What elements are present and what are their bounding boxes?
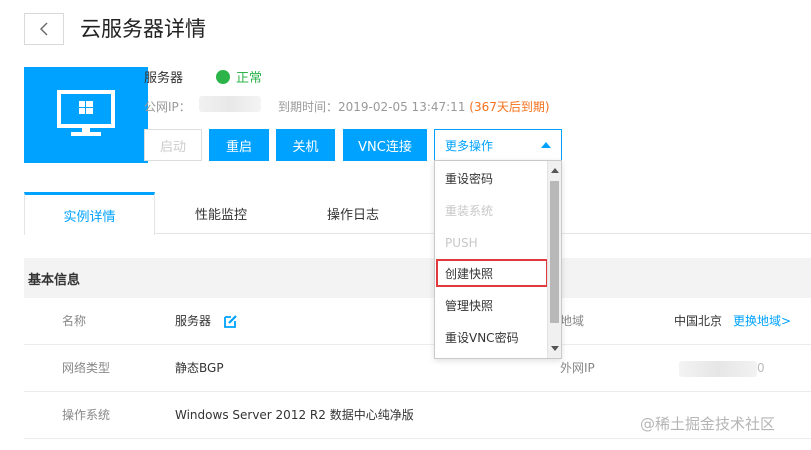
- tab-performance-monitor[interactable]: 性能监控: [155, 192, 287, 234]
- public-ip-label: 公网IP：: [144, 100, 191, 114]
- caret-up-icon: [541, 142, 551, 148]
- scroll-thumb[interactable]: [550, 181, 559, 323]
- tab-operation-log[interactable]: 操作日志: [287, 192, 419, 234]
- menu-scrollbar[interactable]: [547, 161, 561, 358]
- status-dot-icon: [216, 69, 230, 84]
- edit-icon[interactable]: [224, 314, 238, 328]
- expire-remaining: (367天后到期): [469, 100, 550, 114]
- info-row-name: 名称 服务器 地域 中国北京 更换地域>: [24, 298, 811, 345]
- name-value: 服务器: [175, 314, 212, 328]
- status-text: 正常: [236, 71, 263, 86]
- change-region-link[interactable]: 更换地域>: [733, 298, 791, 345]
- expire-time: 到期时间：2019-02-05 13:47:11: [278, 100, 466, 114]
- tab-bar: 实例详情 性能监控 操作日志: [24, 192, 811, 235]
- tab-instance-details[interactable]: 实例详情: [24, 192, 155, 235]
- server-image: [24, 67, 148, 163]
- menu-item-reset-password[interactable]: 重设密码: [435, 163, 547, 195]
- info-row-network: 网络类型 静态BGP 外网IP 0: [24, 345, 811, 392]
- external-ip-redacted: [679, 361, 757, 377]
- more-actions-dropdown[interactable]: 更多操作: [434, 129, 562, 161]
- chevron-left-icon: [40, 22, 48, 36]
- server-name: 服务器: [144, 71, 184, 86]
- status-badge: 正常: [216, 67, 262, 86]
- restart-button[interactable]: 重启: [209, 129, 269, 161]
- public-ip-redacted: [199, 96, 261, 112]
- region-value: 中国北京: [674, 314, 723, 328]
- watermark: @稀土掘金技术社区: [640, 415, 776, 433]
- more-actions-label: 更多操作: [445, 138, 494, 153]
- vnc-connect-button[interactable]: VNC连接: [343, 129, 427, 161]
- os-label: 操作系统: [62, 408, 111, 422]
- menu-item-manage-snapshot[interactable]: 管理快照: [435, 290, 547, 322]
- page-title: 云服务器详情: [80, 17, 206, 41]
- scroll-down-icon[interactable]: [551, 346, 559, 351]
- windows-monitor-icon: [57, 90, 115, 136]
- expire-info: 到期时间：2019-02-05 13:47:11 (367天后到期): [278, 98, 550, 115]
- shutdown-button[interactable]: 关机: [276, 129, 335, 161]
- region-label: 地域: [560, 314, 585, 328]
- scroll-up-icon[interactable]: [551, 168, 559, 173]
- name-label: 名称: [62, 314, 87, 328]
- network-type-value: 静态BGP: [175, 361, 224, 375]
- back-button[interactable]: [24, 13, 64, 45]
- basic-info-header: 基本信息: [24, 258, 811, 298]
- create-snapshot-highlight: [436, 259, 548, 287]
- more-actions-menu: 重设密码 重装系统 PUSH 创建快照 管理快照 重设VNC密码: [434, 160, 562, 359]
- os-value: Windows Server 2012 R2 数据中心纯净版: [175, 408, 414, 422]
- external-ip-label: 外网IP: [560, 361, 595, 375]
- menu-item-reset-vnc-password[interactable]: 重设VNC密码: [435, 322, 547, 354]
- menu-item-push[interactable]: PUSH: [435, 227, 547, 259]
- external-ip-tail: 0: [757, 361, 765, 375]
- menu-item-reinstall-system[interactable]: 重装系统: [435, 195, 547, 227]
- start-button[interactable]: 启动: [144, 129, 202, 161]
- network-type-label: 网络类型: [62, 361, 111, 375]
